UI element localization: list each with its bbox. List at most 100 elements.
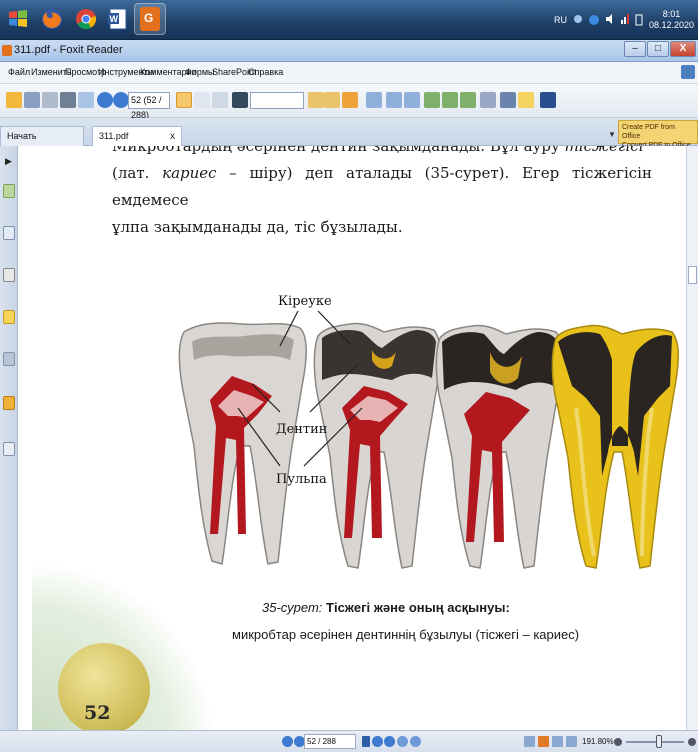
save-as-icon[interactable] <box>42 92 58 108</box>
resize-icon[interactable] <box>681 65 695 79</box>
word-icon[interactable]: W <box>102 3 134 35</box>
tab-close-icon[interactable]: x <box>170 131 175 142</box>
vertical-scrollbar[interactable] <box>686 146 698 730</box>
attachments-panel-icon[interactable] <box>3 352 15 366</box>
page-single-icon[interactable] <box>424 92 440 108</box>
fit-page-icon[interactable] <box>366 92 382 108</box>
status-bar: 52 / 288 191.80% <box>0 730 698 752</box>
search-prev-icon[interactable] <box>308 92 324 108</box>
zoom-level[interactable]: 191.80% <box>582 737 614 746</box>
window-title: 311.pdf - Foxit Reader <box>14 44 123 56</box>
app-icon <box>2 45 12 56</box>
hand-tool-icon[interactable] <box>176 92 192 108</box>
clock-time: 8:01 <box>662 9 681 19</box>
search-next-icon[interactable] <box>324 92 340 108</box>
tooth-enamel-caries <box>313 322 442 569</box>
print-icon[interactable] <box>60 92 76 108</box>
menu-help[interactable]: Справка <box>248 67 283 77</box>
figure-number: 35-сурет: <box>262 600 323 615</box>
page-continuous-icon[interactable] <box>442 92 458 108</box>
note-icon[interactable] <box>518 92 534 108</box>
document-view[interactable]: Микроотардың әсерінен дентин зақымданады… <box>18 146 686 730</box>
next-page-icon[interactable] <box>113 92 129 108</box>
taskbar: W G RU 8:01 08.12.2020 <box>0 0 698 40</box>
clock[interactable]: 8:01 08.12.2020 <box>649 9 694 31</box>
foxit-reader-icon[interactable]: G <box>134 3 166 35</box>
select-text-icon[interactable] <box>194 92 210 108</box>
menu-bar: Файл Изменить Просмотр Инструменты Комме… <box>0 62 698 84</box>
facing-view-icon[interactable] <box>552 736 563 747</box>
tab-bar: Начать 311.pdf x ▼ Create PDF from Offic… <box>0 118 698 149</box>
tab-document-label: 311.pdf <box>99 131 129 141</box>
page-number: 52 <box>84 702 111 724</box>
security-lock-icon[interactable] <box>3 396 15 410</box>
scrollbar-thumb[interactable] <box>688 266 697 284</box>
menu-forms[interactable]: Формы <box>185 67 215 77</box>
maximize-button[interactable]: □ <box>647 41 669 57</box>
continuous-view-icon[interactable] <box>538 736 549 747</box>
next-page-status-icon[interactable] <box>372 736 383 747</box>
signature-panel-icon[interactable] <box>3 442 15 456</box>
foxit-plugin-icon[interactable] <box>540 92 556 108</box>
figure-title: Тісжегі және оның асқынуы: <box>322 600 510 615</box>
tooth-healthy <box>178 322 307 565</box>
firefox-icon[interactable] <box>36 3 68 35</box>
open-folder-icon[interactable] <box>6 92 22 108</box>
comments-panel-icon[interactable] <box>3 310 15 324</box>
zoom-out-icon[interactable] <box>614 738 622 746</box>
page-dropdown-icon[interactable] <box>362 736 370 747</box>
people-icon[interactable] <box>573 14 583 24</box>
toolbar: 52 (52 / 288) <box>0 84 698 120</box>
select-arrow-icon[interactable] <box>212 92 228 108</box>
first-page-icon[interactable] <box>282 736 293 747</box>
tab-document[interactable]: 311.pdf x <box>92 126 182 146</box>
convert-pdf-banner[interactable]: Create PDF from Office Convert PDF to Of… <box>618 120 698 149</box>
title-bar: 311.pdf - Foxit Reader – □ X <box>0 40 698 62</box>
zoom-slider-thumb[interactable] <box>656 735 662 748</box>
network-icon[interactable] <box>620 14 630 24</box>
tray-icons <box>573 14 643 26</box>
close-button[interactable]: X <box>670 41 696 57</box>
pages-panel-icon[interactable] <box>3 184 15 198</box>
page-facing-icon[interactable] <box>460 92 476 108</box>
battery-icon[interactable] <box>635 14 643 26</box>
zoom-in-icon[interactable] <box>688 738 696 746</box>
clock-date: 08.12.2020 <box>648 20 694 30</box>
save-icon[interactable] <box>24 92 40 108</box>
window-controls: – □ X <box>624 41 696 57</box>
search-input[interactable] <box>250 92 304 109</box>
go-forward-icon[interactable] <box>410 736 421 747</box>
last-page-icon[interactable] <box>384 736 395 747</box>
fit-width-icon[interactable] <box>386 92 402 108</box>
layers-panel-icon[interactable] <box>3 268 15 282</box>
tab-start-label: Начать <box>7 131 37 141</box>
svg-text:G: G <box>144 11 153 25</box>
antivirus-icon[interactable] <box>588 14 600 26</box>
label-dentin: Дентин <box>276 422 328 437</box>
highlight-icon[interactable] <box>342 92 358 108</box>
zoom-slider-track[interactable] <box>626 741 684 743</box>
previous-page-icon[interactable] <box>97 92 113 108</box>
find-binoculars-icon[interactable] <box>232 92 248 108</box>
tab-start[interactable]: Начать <box>0 126 84 146</box>
typewriter-icon[interactable] <box>500 92 516 108</box>
tab-list-dropdown-icon[interactable]: ▼ <box>608 130 616 139</box>
label-pulp: Пульпа <box>276 472 327 487</box>
page-number-input[interactable]: 52 (52 / 288) <box>128 92 170 120</box>
bookmarks-panel-icon[interactable] <box>3 226 15 240</box>
single-page-view-icon[interactable] <box>524 736 535 747</box>
speaker-icon[interactable] <box>605 14 615 24</box>
rotate-icon[interactable] <box>404 92 420 108</box>
language-indicator[interactable]: RU <box>554 15 567 25</box>
continuous-facing-view-icon[interactable] <box>566 736 577 747</box>
convert-line-1: Create PDF from Office <box>622 124 675 140</box>
status-page-input[interactable]: 52 / 288 <box>304 734 356 749</box>
go-back-icon[interactable] <box>397 736 408 747</box>
minimize-button[interactable]: – <box>624 41 646 57</box>
email-icon[interactable] <box>78 92 94 108</box>
menu-file[interactable]: Файл <box>8 67 30 77</box>
chrome-icon[interactable] <box>70 3 102 35</box>
page-layout-icon[interactable] <box>480 92 496 108</box>
windows-start-icon[interactable] <box>2 3 34 35</box>
expand-pane-icon[interactable]: ▶ <box>5 156 12 167</box>
